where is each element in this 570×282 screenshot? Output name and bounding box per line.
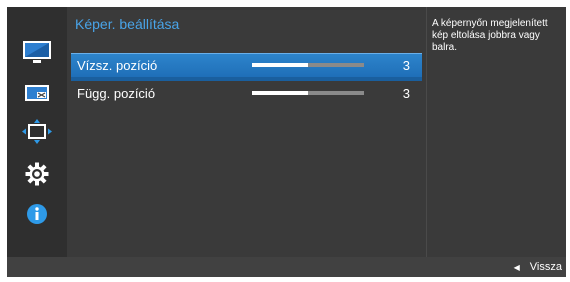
triangle-left-icon: ◀ xyxy=(513,262,520,272)
menu-row-vertical-position[interactable]: Függ. pozíció 3 xyxy=(71,81,422,105)
menu-title: Képer. beállítása xyxy=(75,16,180,32)
vertical-position-slider[interactable] xyxy=(252,91,364,95)
position-icon xyxy=(22,119,52,144)
row-value: 3 xyxy=(402,86,410,101)
help-panel: A képernyőn megjelenített kép eltolása j… xyxy=(426,7,566,257)
sidebar-item-picture[interactable] xyxy=(7,34,67,70)
menu-row-horizontal-position[interactable]: Vízsz. pozíció 3 xyxy=(71,53,422,81)
sidebar-item-pip[interactable] xyxy=(7,75,67,111)
row-label: Függ. pozíció xyxy=(77,86,156,101)
back-button[interactable]: ◀ Vissza xyxy=(514,261,562,273)
main-panel: Képer. beállítása Vízsz. pozíció 3 Függ.… xyxy=(67,7,426,257)
pip-icon xyxy=(25,85,49,101)
horizontal-position-slider[interactable] xyxy=(252,63,364,67)
help-text: A képernyőn megjelenített kép eltolása j… xyxy=(432,18,548,53)
back-label: Vissza xyxy=(529,261,562,273)
sidebar-item-info[interactable] xyxy=(7,196,67,232)
row-label: Vízsz. pozíció xyxy=(77,58,158,73)
slider-fill xyxy=(252,91,308,95)
footer-bar: ◀ Vissza xyxy=(7,257,566,277)
sidebar-item-position[interactable] xyxy=(7,114,67,150)
sidebar xyxy=(7,7,67,257)
osd-window: Képer. beállítása Vízsz. pozíció 3 Függ.… xyxy=(7,7,566,277)
info-icon xyxy=(27,204,47,224)
gear-icon xyxy=(25,162,49,186)
picture-icon xyxy=(23,41,51,63)
row-value: 3 xyxy=(402,58,410,73)
slider-fill xyxy=(252,63,308,67)
sidebar-item-settings[interactable] xyxy=(7,156,67,192)
